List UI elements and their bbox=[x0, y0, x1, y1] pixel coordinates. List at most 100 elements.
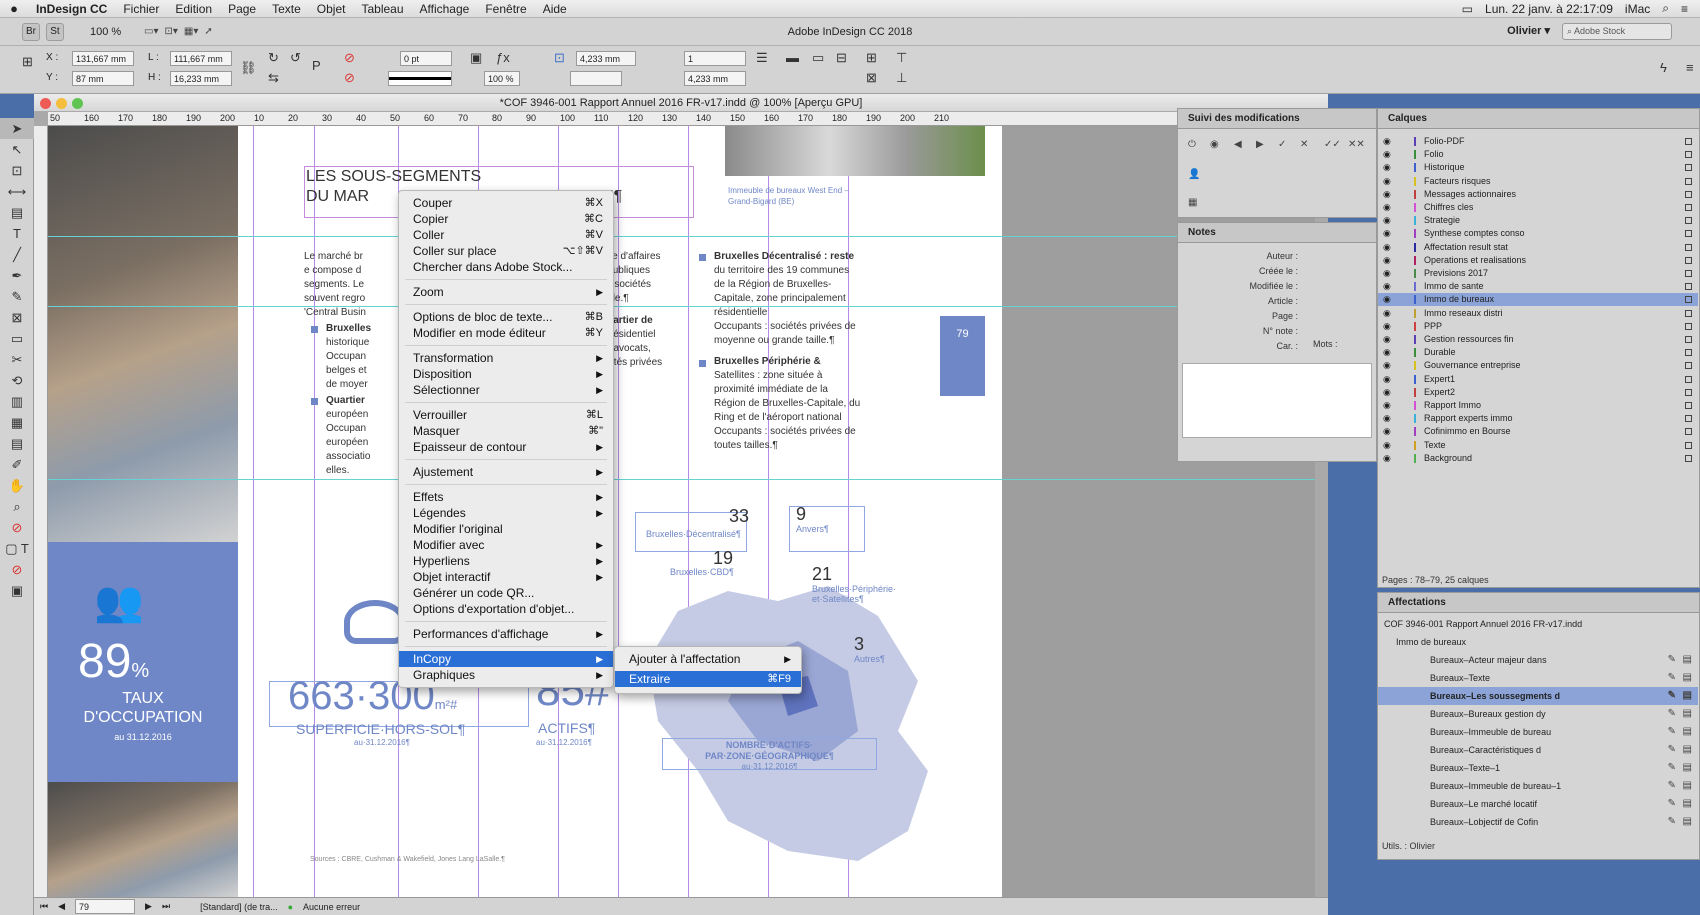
pasteboard[interactable]: 👥 89% TAUX D'OCCUPATION au 31.12.2016 Im… bbox=[48, 126, 1315, 897]
menu-edition[interactable]: Edition bbox=[167, 2, 220, 16]
assignment-story[interactable]: Bureaux–Acteur majeur dans ✎ ▤ bbox=[1378, 651, 1698, 669]
fill-stroke-icon[interactable]: ⊘ bbox=[0, 517, 34, 538]
assignment-story[interactable]: Bureaux–Texte–1 ✎ ▤ bbox=[1378, 759, 1698, 777]
rectangle-frame-tool-icon[interactable]: ⊠ bbox=[0, 307, 34, 328]
frame-fit-icon[interactable]: ▣ bbox=[470, 50, 482, 66]
pencil-tool-icon[interactable]: ✎ bbox=[0, 286, 34, 307]
lightning-icon[interactable]: ϟ bbox=[1660, 60, 1667, 75]
next-change-icon[interactable]: ▶ bbox=[1256, 139, 1264, 150]
layer-row[interactable]: ◉ Facteurs risques bbox=[1378, 175, 1698, 188]
rectangle-tool-icon[interactable]: ▭ bbox=[0, 328, 34, 349]
screen-mode-icon[interactable]: ⊡▾ bbox=[164, 26, 177, 37]
layer-row[interactable]: ◉ Affectation result stat bbox=[1378, 241, 1698, 254]
layer-row[interactable]: ◉ Historique bbox=[1378, 161, 1698, 174]
menu-item-modifier-en-mode-editeur[interactable]: Modifier en mode éditeur ⌘Y bbox=[399, 325, 613, 341]
menu-item-selectionner[interactable]: Sélectionner ▶ bbox=[399, 382, 613, 398]
horizontal-ruler[interactable]: 50 160 170 180 190 200 10 20 30 40 50 60 70 80 90 100 11… bbox=[48, 112, 1328, 126]
layer-lock-box[interactable] bbox=[1685, 177, 1692, 185]
preflight-status[interactable]: Aucune erreur bbox=[303, 902, 360, 912]
eye-icon[interactable]: ◉ bbox=[1383, 439, 1391, 452]
eye-icon[interactable]: ◉ bbox=[1383, 452, 1391, 465]
layer-row[interactable]: ◉ Background bbox=[1378, 452, 1698, 465]
layer-row[interactable]: ◉ Chiffres cles bbox=[1378, 201, 1698, 214]
menu-item-transformation[interactable]: Transformation ▶ bbox=[399, 350, 613, 366]
column-guide[interactable] bbox=[314, 126, 315, 897]
layer-lock-box[interactable] bbox=[1685, 309, 1692, 317]
frame-inset-field[interactable] bbox=[570, 71, 622, 86]
menu-item-modifier-l-original[interactable]: Modifier l'original bbox=[399, 521, 613, 537]
building-photo[interactable] bbox=[725, 126, 985, 176]
story-type-icon[interactable]: ▤ bbox=[1683, 759, 1692, 777]
layer-lock-box[interactable] bbox=[1685, 138, 1692, 145]
menu-item-modifier-avec[interactable]: Modifier avec ▶ bbox=[399, 537, 613, 553]
adobe-stock-search[interactable]: ⌕ Adobe Stock bbox=[1562, 23, 1672, 40]
menu-item-zoom[interactable]: Zoom ▶ bbox=[399, 284, 613, 300]
layer-lock-box[interactable] bbox=[1685, 322, 1692, 330]
list-icon[interactable]: ≡ bbox=[1681, 2, 1688, 16]
horizontal-guide[interactable] bbox=[48, 479, 1315, 480]
assignment-story[interactable]: Bureaux–Immeuble de bureau ✎ ▤ bbox=[1378, 723, 1698, 741]
edit-status-icon[interactable]: ✎ bbox=[1668, 813, 1676, 831]
menu-item-couper[interactable]: Couper ⌘X bbox=[399, 195, 613, 211]
vertical-ruler[interactable] bbox=[34, 126, 48, 897]
next-page-icon[interactable]: ▶ bbox=[145, 901, 152, 912]
story-type-icon[interactable]: ▤ bbox=[1683, 669, 1692, 687]
y-field[interactable]: 87 mm bbox=[72, 71, 134, 86]
edit-status-icon[interactable]: ✎ bbox=[1668, 741, 1676, 759]
layer-row[interactable]: ◉ Operations et realisations bbox=[1378, 254, 1698, 267]
menu-item-disposition[interactable]: Disposition ▶ bbox=[399, 366, 613, 382]
align-bottom-icon[interactable]: ▭ bbox=[812, 50, 824, 66]
layer-row[interactable]: ◉ Gouvernance entreprise bbox=[1378, 359, 1698, 372]
eye-icon[interactable]: ◉ bbox=[1383, 346, 1391, 359]
eye-icon[interactable]: ◉ bbox=[1383, 280, 1391, 293]
eye-icon[interactable]: ◉ bbox=[1383, 373, 1391, 386]
distribute-objects-icon[interactable]: ⊥ bbox=[896, 70, 907, 86]
layer-row[interactable]: ◉ Immo reseaux distri bbox=[1378, 307, 1698, 320]
eye-icon[interactable]: ◉ bbox=[1383, 201, 1391, 214]
close-window-icon[interactable] bbox=[40, 98, 51, 109]
menu-app[interactable]: InDesign CC bbox=[28, 2, 115, 16]
layer-lock-box[interactable] bbox=[1685, 388, 1692, 396]
menu-item-hyperliens[interactable]: Hyperliens ▶ bbox=[399, 553, 613, 569]
menu-item-options-d-exportation-d-objet[interactable]: Options d'exportation d'objet... bbox=[399, 601, 613, 617]
layer-lock-box[interactable] bbox=[1685, 441, 1692, 449]
layers-tab[interactable]: Calques bbox=[1378, 109, 1699, 129]
track-toggle-icon[interactable]: ⏻ bbox=[1188, 139, 1196, 150]
first-page-icon[interactable]: ⏮ bbox=[40, 901, 48, 912]
gradient-tool-icon[interactable]: ▥ bbox=[0, 391, 34, 412]
gradient-feather-tool-icon[interactable]: ▦ bbox=[0, 412, 34, 433]
layer-row[interactable]: ◉ Synthese comptes conso bbox=[1378, 227, 1698, 240]
eye-icon[interactable]: ◉ bbox=[1383, 307, 1391, 320]
type-tool-icon[interactable]: T bbox=[0, 223, 34, 244]
zoom-level[interactable]: 100 % bbox=[90, 26, 138, 38]
eye-icon[interactable]: ◉ bbox=[1383, 241, 1391, 254]
menu-texte[interactable]: Texte bbox=[264, 2, 309, 16]
search-icon[interactable]: ⌕ bbox=[1662, 1, 1669, 16]
belgium-map[interactable] bbox=[638, 571, 938, 871]
menu-item-effets[interactable]: Effets ▶ bbox=[399, 489, 613, 505]
apple-icon[interactable]: ● bbox=[0, 1, 28, 16]
align-objects-icon[interactable]: ⊤ bbox=[896, 50, 907, 66]
layer-row[interactable]: ◉ Expert2 bbox=[1378, 386, 1698, 399]
column-guide[interactable] bbox=[253, 126, 254, 897]
layer-row[interactable]: ◉ Messages actionnaires bbox=[1378, 188, 1698, 201]
align-center-icon[interactable]: ▬ bbox=[786, 50, 799, 65]
zoom-tool-icon[interactable]: ⌕ bbox=[0, 496, 34, 517]
layer-lock-box[interactable] bbox=[1685, 428, 1692, 436]
menu-item-masquer[interactable]: Masquer ⌘" bbox=[399, 423, 613, 439]
menu-item-coller[interactable]: Coller ⌘V bbox=[399, 227, 613, 243]
eye-icon[interactable]: ◉ bbox=[1383, 412, 1391, 425]
layer-row[interactable]: ◉ Expert1 bbox=[1378, 373, 1698, 386]
eye-icon[interactable]: ◉ bbox=[1383, 359, 1391, 372]
eye-icon[interactable]: ◉ bbox=[1383, 148, 1391, 161]
layer-row[interactable]: ◉ Folio bbox=[1378, 148, 1698, 161]
free-transform-tool-icon[interactable]: ⟲ bbox=[0, 370, 34, 391]
layer-row[interactable]: ◉ Gestion ressources fin bbox=[1378, 333, 1698, 346]
eye-icon[interactable]: ◉ bbox=[1383, 425, 1391, 438]
layer-lock-box[interactable] bbox=[1685, 164, 1692, 172]
layer-lock-box[interactable] bbox=[1685, 362, 1692, 370]
layer-row[interactable]: ◉ Rapport experts immo bbox=[1378, 412, 1698, 425]
assignment-story[interactable]: Bureaux–Lobjectif de Cofin ✎ ▤ bbox=[1378, 813, 1698, 831]
menu-item-ajustement[interactable]: Ajustement ▶ bbox=[399, 464, 613, 480]
assignment-story[interactable]: Bureaux–Les soussegments d ✎ ▤ bbox=[1378, 687, 1698, 705]
